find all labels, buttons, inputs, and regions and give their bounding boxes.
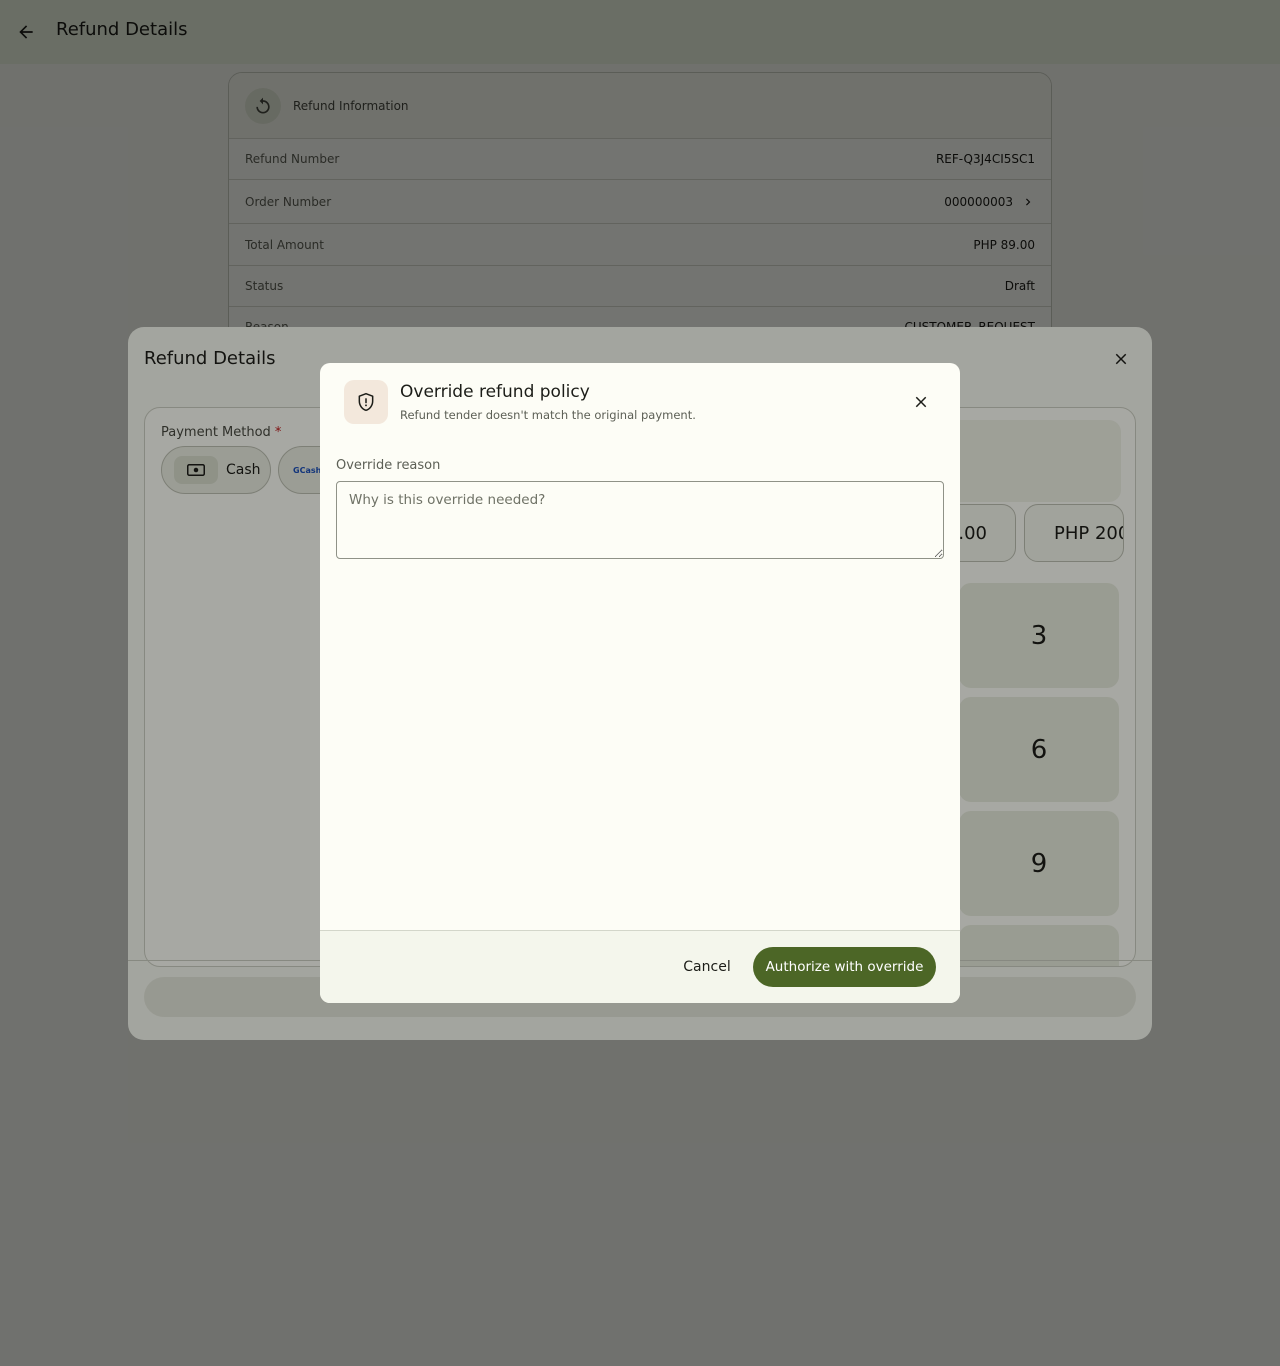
- override-dialog-subtitle: Refund tender doesn't match the original…: [400, 408, 696, 422]
- override-refund-policy-dialog: Override refund policy Refund tender doe…: [320, 363, 960, 1003]
- authorize-override-button[interactable]: Authorize with override: [753, 947, 936, 987]
- override-reason-input[interactable]: [336, 481, 944, 559]
- override-close-button[interactable]: [910, 391, 932, 413]
- override-dialog-title: Override refund policy: [400, 382, 590, 402]
- shield-alert-icon: [358, 392, 374, 412]
- close-icon: [915, 396, 927, 408]
- override-reason-label: Override reason: [336, 458, 441, 473]
- cancel-button[interactable]: Cancel: [670, 947, 744, 987]
- override-icon-wrap: [344, 380, 388, 424]
- override-dialog-footer: Cancel Authorize with override: [320, 931, 960, 1003]
